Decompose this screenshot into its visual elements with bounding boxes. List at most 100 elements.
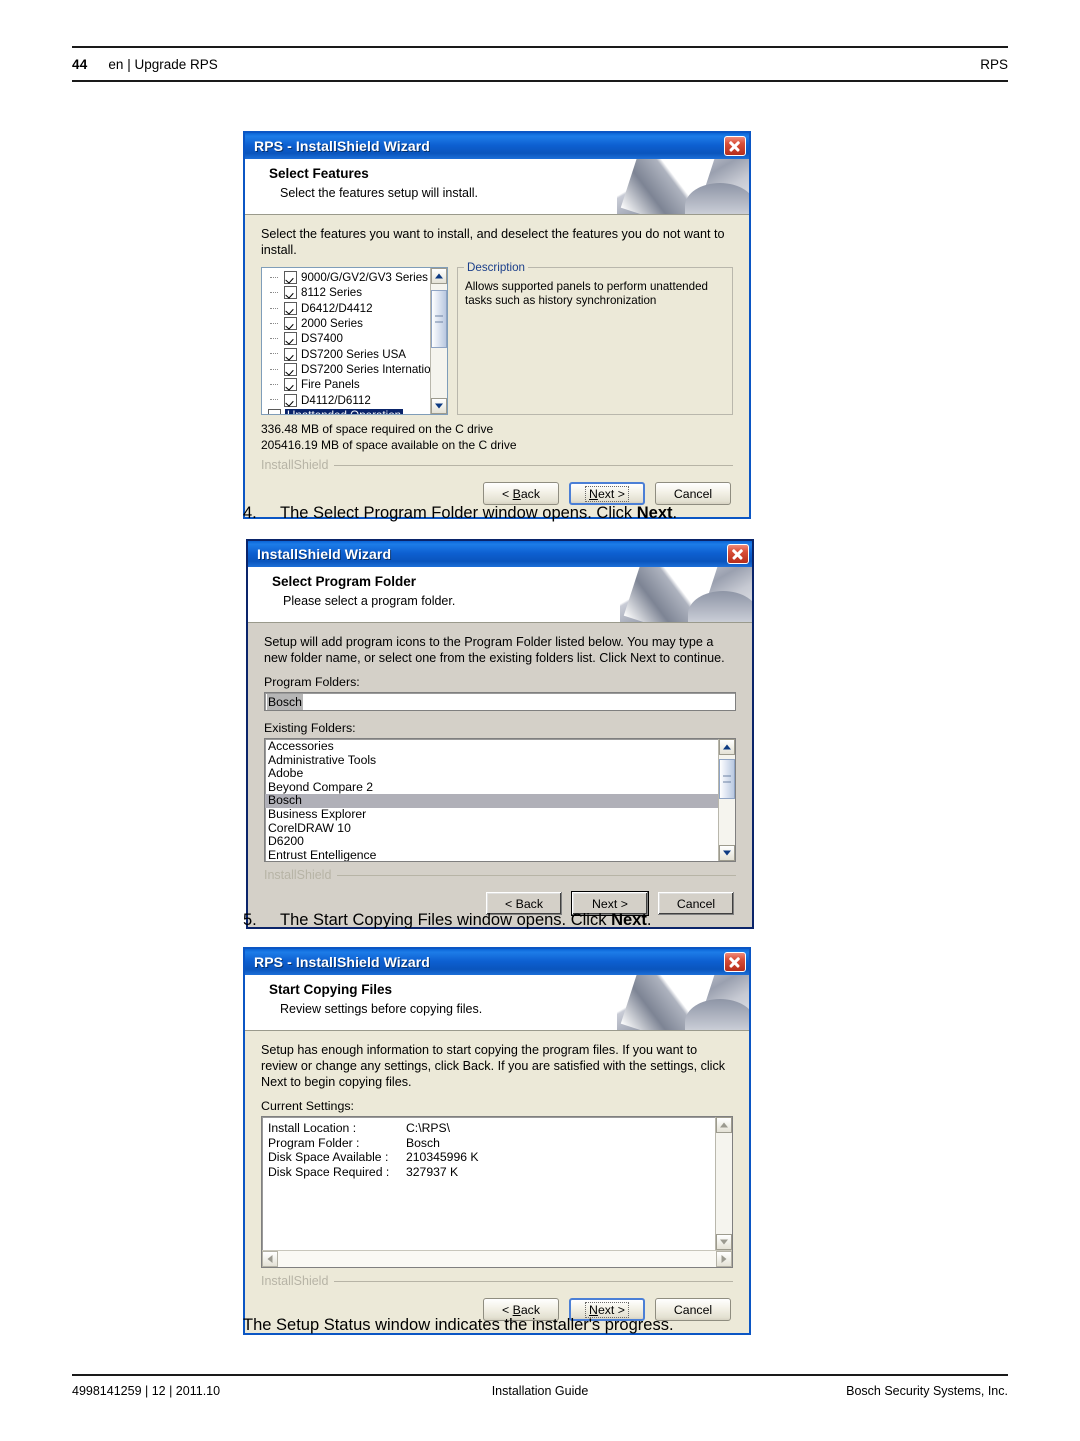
scrollbar-track[interactable] — [278, 1251, 716, 1267]
existing-folders-list[interactable]: Accessories Administrative Tools Adobe B… — [264, 738, 736, 862]
checkbox-icon[interactable] — [284, 286, 297, 300]
next-button-label: Next > — [585, 485, 629, 502]
footer-company: Bosch Security Systems, Inc. — [846, 1384, 1008, 1398]
close-icon[interactable] — [724, 952, 746, 972]
titlebar-title: RPS - InstallShield Wizard — [254, 138, 430, 154]
page-footer: 4998141259 | 12 | 2011.10 Installation G… — [72, 1374, 1008, 1406]
checkbox-icon[interactable] — [284, 271, 297, 285]
settings-horizontal-scrollbar[interactable] — [262, 1250, 732, 1267]
feature-label: DS7200 Series USA — [301, 347, 407, 361]
feature-item[interactable]: Fire Panels — [262, 377, 430, 392]
step-4-text: The Select Program Folder window opens. … — [280, 504, 677, 523]
checkbox-icon[interactable] — [284, 347, 297, 361]
feature-item[interactable]: DS7200 Series International — [262, 362, 430, 377]
checkbox-icon[interactable] — [284, 378, 297, 392]
list-item[interactable]: Administrative Tools — [265, 753, 718, 768]
scroll-up-icon[interactable] — [716, 1117, 732, 1133]
page-header: 44 en | Upgrade RPS RPS — [72, 46, 1008, 82]
program-folder-input[interactable]: Bosch — [264, 692, 736, 711]
feature-label: Fire Panels — [301, 378, 360, 392]
header-product-name: RPS — [980, 56, 1008, 72]
feature-item[interactable]: DS7200 Series USA — [262, 346, 430, 361]
feature-item[interactable]: DS7400 — [262, 331, 430, 346]
checkbox-icon[interactable] — [284, 301, 297, 315]
settings-vertical-scrollbar[interactable] — [715, 1117, 732, 1250]
list-item[interactable]: D6200 — [265, 835, 718, 849]
scroll-right-icon[interactable] — [716, 1251, 732, 1267]
current-settings-label: Current Settings: — [261, 1099, 354, 1113]
close-icon[interactable] — [724, 136, 746, 156]
cancel-button[interactable]: Cancel — [655, 482, 731, 505]
feature-tree[interactable]: 9000/G/GV2/GV3 Series 8112 Series D6412/… — [261, 267, 448, 415]
scroll-up-icon[interactable] — [431, 268, 447, 284]
checkbox-icon[interactable] — [284, 393, 297, 407]
step-4-number: 4. — [243, 504, 257, 522]
scroll-left-icon[interactable] — [262, 1251, 278, 1267]
scrollbar-track[interactable] — [719, 755, 735, 845]
instruction-text: Setup has enough information to start co… — [261, 1043, 726, 1089]
scrollbar-track[interactable] — [716, 1133, 732, 1234]
list-item[interactable]: Adobe — [265, 767, 718, 781]
step-5-text-after: . — [646, 911, 652, 929]
scrollbar-thumb[interactable] — [431, 290, 447, 348]
list-item[interactable]: Business Explorer — [265, 807, 718, 822]
feature-label: DS7400 — [301, 332, 343, 346]
next-button[interactable]: Next > — [569, 482, 645, 505]
list-item[interactable]: Accessories — [265, 739, 718, 754]
next-button-label: Next > — [592, 896, 628, 911]
feature-item[interactable]: D4112/D6112 — [262, 392, 430, 407]
feature-item[interactable]: D6412/D4412 — [262, 301, 430, 316]
checkbox-icon[interactable] — [284, 332, 297, 346]
scroll-up-icon[interactable] — [719, 739, 735, 755]
back-button-label: < Back — [505, 896, 543, 911]
banner-artwork-icon — [617, 159, 749, 214]
close-icon[interactable] — [727, 544, 749, 564]
step-5-bold: Next — [611, 911, 647, 929]
feature-item[interactable]: 9000/G/GV2/GV3 Series — [262, 270, 430, 285]
step-5-text-before: The Start Copying Files window opens. Cl… — [280, 911, 612, 929]
dialog-banner: Select Features Select the features setu… — [245, 159, 749, 215]
description-groupbox: Description Allows supported panels to p… — [457, 261, 733, 415]
feature-item[interactable]: 2000 Series — [262, 316, 430, 331]
installshield-footer: InstallShield — [261, 1268, 733, 1288]
closing-paragraph: The Setup Status window indicates the in… — [243, 1316, 674, 1334]
titlebar-title: InstallShield Wizard — [257, 546, 392, 562]
settings-value: 210345996 K — [406, 1150, 479, 1165]
current-settings-panel[interactable]: Install Location : C:\RPS\ Program Folde… — [261, 1116, 733, 1268]
scroll-down-icon[interactable] — [719, 845, 735, 861]
checkbox-icon[interactable] — [284, 317, 297, 331]
scroll-down-icon[interactable] — [716, 1234, 732, 1250]
divider — [337, 874, 736, 876]
feature-label: DS7200 Series International — [301, 362, 430, 376]
list-item-selected[interactable]: Bosch — [265, 794, 718, 808]
feature-item-selected[interactable]: Unattended Operation — [262, 407, 430, 414]
feature-label: 9000/G/GV2/GV3 Series — [301, 271, 428, 285]
titlebar: InstallShield Wizard — [248, 541, 752, 567]
settings-value: Bosch — [406, 1135, 440, 1150]
banner-artwork-icon — [617, 975, 749, 1030]
settings-row: Disk Space Required : 327937 K — [268, 1165, 715, 1180]
list-item[interactable]: CorelDRAW 10 — [265, 821, 718, 836]
scrollbar-thumb[interactable] — [719, 759, 735, 799]
checkbox-icon[interactable] — [268, 408, 281, 414]
list-item[interactable]: Beyond Compare 2 — [265, 780, 718, 795]
scrollbar-track[interactable] — [431, 284, 447, 398]
dialog-start-copying-files: RPS - InstallShield Wizard Start Copying… — [243, 947, 751, 1335]
step-5: 5. The Start Copying Files window opens.… — [243, 911, 1003, 930]
feature-tree-scrollbar[interactable] — [430, 268, 447, 414]
back-button-label: < Back — [502, 1302, 540, 1317]
space-available-text: 205416.19 MB of space available on the C… — [261, 438, 517, 452]
footer-document-title: Installation Guide — [491, 1384, 589, 1398]
settings-key: Install Location : — [268, 1121, 357, 1135]
scroll-down-icon[interactable] — [431, 398, 447, 414]
description-legend: Description — [464, 261, 528, 274]
settings-value: 327937 K — [406, 1164, 459, 1179]
existing-folders-scrollbar[interactable] — [718, 739, 735, 861]
instruction-text: Select the features you want to install,… — [261, 227, 725, 257]
checkbox-icon[interactable] — [284, 362, 297, 376]
feature-label: D6412/D4412 — [301, 301, 373, 315]
list-item[interactable]: Entrust Entelligence — [265, 848, 718, 861]
feature-item[interactable]: 8112 Series — [262, 285, 430, 300]
back-button[interactable]: < Back — [483, 482, 559, 505]
divider — [334, 464, 733, 466]
